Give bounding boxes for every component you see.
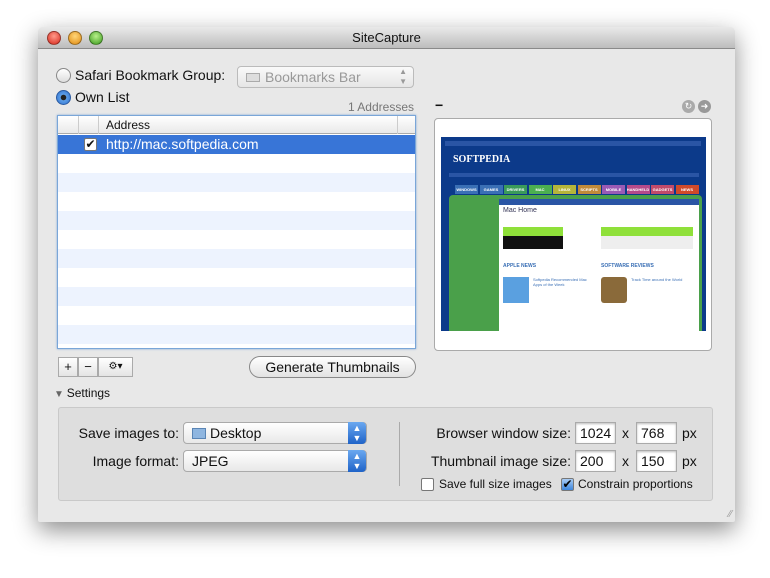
browser-height-field[interactable]: 768 bbox=[636, 422, 677, 444]
popup-stepper-icon: ▲ ▼ bbox=[348, 450, 366, 472]
save-location-popup[interactable]: Desktop ▲ ▼ bbox=[183, 422, 367, 444]
thumbnail-size-label: Thumbnail image size: bbox=[430, 453, 571, 469]
preview-reviews-heading: SOFTWARE REVIEWS bbox=[601, 263, 654, 269]
generate-thumbnails-button[interactable]: Generate Thumbnails bbox=[249, 356, 416, 378]
preview-screenshot: SOFTPEDIA WINDOWS GAMES DRIVERS MAC LINUX SCR… bbox=[441, 137, 706, 331]
preview-news-heading: APPLE NEWS bbox=[503, 263, 537, 269]
preview-tab: DRIVERS bbox=[504, 185, 527, 194]
preview-page-title: Mac Home bbox=[503, 207, 537, 214]
save-full-size-checkbox[interactable] bbox=[421, 478, 434, 491]
preview-tab: SCRIPTS bbox=[577, 185, 601, 194]
save-location-value: Desktop bbox=[210, 425, 262, 441]
preview-tab: GADGETS bbox=[651, 185, 674, 194]
times-label: x bbox=[622, 425, 629, 441]
close-button[interactable] bbox=[47, 31, 61, 45]
resize-grip[interactable]: ⁄⁄ bbox=[729, 509, 732, 520]
bookmark-icon bbox=[246, 73, 260, 82]
thumbnail-preview: SOFTPEDIA WINDOWS GAMES DRIVERS MAC LINUX SCR… bbox=[434, 118, 712, 351]
forward-icon[interactable]: ➜ bbox=[698, 100, 711, 113]
address-table[interactable]: Address ✔ http://mac.softpedia.com bbox=[57, 115, 416, 349]
preview-collapse-button[interactable]: − bbox=[435, 97, 443, 113]
save-full-size-label: Save full size images bbox=[439, 477, 552, 491]
image-format-label: Image format: bbox=[92, 453, 179, 469]
constrain-proportions-label: Constrain proportions bbox=[578, 477, 693, 491]
minimize-button[interactable] bbox=[68, 31, 82, 45]
image-format-popup[interactable]: JPEG ▲ ▼ bbox=[183, 450, 367, 472]
title-bar: SiteCapture bbox=[38, 27, 735, 49]
preview-tab: NEWS bbox=[675, 185, 699, 194]
row-address: http://mac.softpedia.com bbox=[106, 136, 259, 152]
settings-panel: Save images to: Desktop ▲ ▼ Image format:… bbox=[58, 407, 713, 501]
gear-menu-button[interactable]: ⚙▾ bbox=[98, 357, 133, 377]
preview-tab: LINUX bbox=[553, 185, 576, 194]
bookmark-group-popup[interactable]: Bookmarks Bar ▲ ▼ bbox=[237, 66, 414, 88]
thumbnail-width-field[interactable]: 200 bbox=[575, 450, 616, 472]
px-label: px bbox=[682, 453, 697, 469]
window-title: SiteCapture bbox=[352, 30, 421, 45]
preview-tab: WINDOWS bbox=[455, 185, 478, 194]
folder-icon bbox=[192, 428, 206, 439]
column-address[interactable]: Address bbox=[106, 116, 150, 134]
popup-stepper-icon: ▲ ▼ bbox=[348, 422, 366, 444]
image-format-value: JPEG bbox=[192, 453, 229, 469]
address-count: 1 Addresses bbox=[347, 100, 414, 114]
stepper-icon: ▲ ▼ bbox=[399, 67, 407, 86]
preview-logo: SOFTPEDIA bbox=[453, 154, 511, 165]
times-label: x bbox=[622, 453, 629, 469]
preview-tab: MOBILE bbox=[602, 185, 625, 194]
save-images-label: Save images to: bbox=[78, 425, 179, 441]
own-list-label: Own List bbox=[75, 89, 130, 105]
table-row[interactable]: ✔ http://mac.softpedia.com bbox=[58, 135, 415, 154]
app-window: SiteCapture Safari Bookmark Group: Bookm… bbox=[38, 27, 735, 522]
settings-disclosure[interactable]: ▼ Settings bbox=[54, 386, 110, 400]
preview-tab: HANDHELD bbox=[626, 185, 650, 194]
zoom-button[interactable] bbox=[89, 31, 103, 45]
thumbnail-height-field[interactable]: 150 bbox=[636, 450, 677, 472]
remove-button[interactable]: − bbox=[78, 357, 98, 377]
add-button[interactable]: + bbox=[58, 357, 78, 377]
settings-label: Settings bbox=[66, 386, 111, 400]
disclosure-triangle-icon: ▼ bbox=[54, 389, 67, 400]
reload-icon[interactable]: ↻ bbox=[682, 100, 695, 113]
browser-width-field[interactable]: 1024 bbox=[575, 422, 616, 444]
own-list-radio[interactable] bbox=[56, 90, 71, 105]
safari-bookmark-label: Safari Bookmark Group: bbox=[75, 67, 226, 83]
preview-review-item: Track Time around the World bbox=[631, 277, 683, 282]
preview-tab: MAC bbox=[528, 185, 552, 194]
preview-tab: GAMES bbox=[479, 185, 503, 194]
row-checkbox[interactable]: ✔ bbox=[84, 138, 97, 151]
safari-bookmark-radio[interactable] bbox=[56, 68, 71, 83]
constrain-proportions-checkbox[interactable]: ✔ bbox=[561, 478, 574, 491]
browser-size-label: Browser window size: bbox=[436, 425, 571, 441]
bookmark-popup-value: Bookmarks Bar bbox=[265, 69, 361, 85]
preview-news-item: Softpedia Recommended Mac Apps of the We… bbox=[533, 277, 587, 287]
px-label: px bbox=[682, 425, 697, 441]
table-header: Address bbox=[58, 116, 415, 134]
